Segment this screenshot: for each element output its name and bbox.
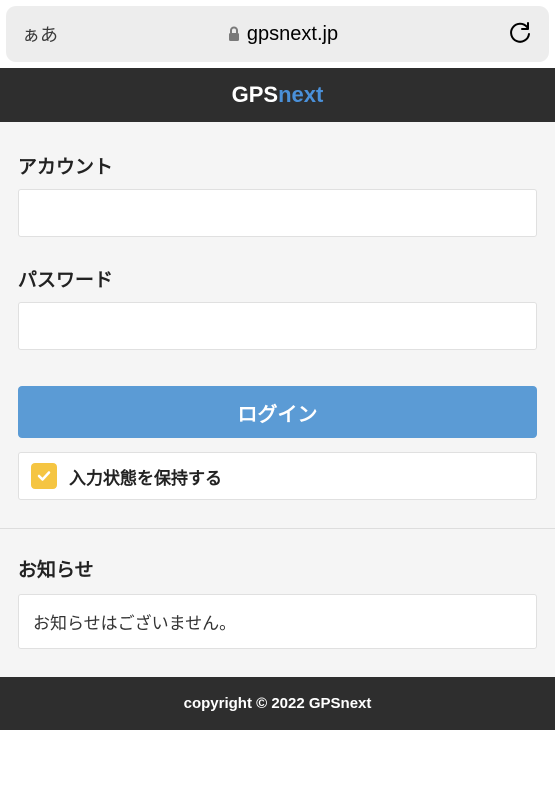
brand-prefix: GPS xyxy=(232,82,278,107)
login-button[interactable]: ログイン xyxy=(18,386,537,438)
remember-label: 入力状態を保持する xyxy=(69,464,222,489)
remember-box: 入力状態を保持する xyxy=(18,452,537,500)
browser-address-bar: ぁあ gpsnext.jp xyxy=(6,6,549,62)
login-form: アカウント パスワード ログイン 入力状態を保持する xyxy=(0,122,555,528)
reader-aa-button[interactable]: ぁあ xyxy=(22,21,58,47)
footer: copyright © 2022 GPSnext xyxy=(0,677,555,730)
notice-title: お知らせ xyxy=(18,555,537,582)
notice-body: お知らせはございません。 xyxy=(18,594,537,649)
brand-suffix: next xyxy=(278,82,323,107)
reload-icon[interactable] xyxy=(507,21,533,47)
password-input[interactable] xyxy=(18,302,537,350)
url-text: gpsnext.jp xyxy=(247,23,338,46)
notice-section: お知らせ お知らせはございません。 xyxy=(0,529,555,677)
browser-url[interactable]: gpsnext.jp xyxy=(58,23,507,46)
account-label: アカウント xyxy=(18,152,537,179)
lock-icon xyxy=(227,26,241,42)
copyright-text: copyright © 2022 GPSnext xyxy=(184,695,372,712)
app-header: GPSnext xyxy=(0,68,555,122)
remember-checkbox[interactable] xyxy=(31,463,57,489)
account-input[interactable] xyxy=(18,189,537,237)
password-label: パスワード xyxy=(18,265,537,292)
